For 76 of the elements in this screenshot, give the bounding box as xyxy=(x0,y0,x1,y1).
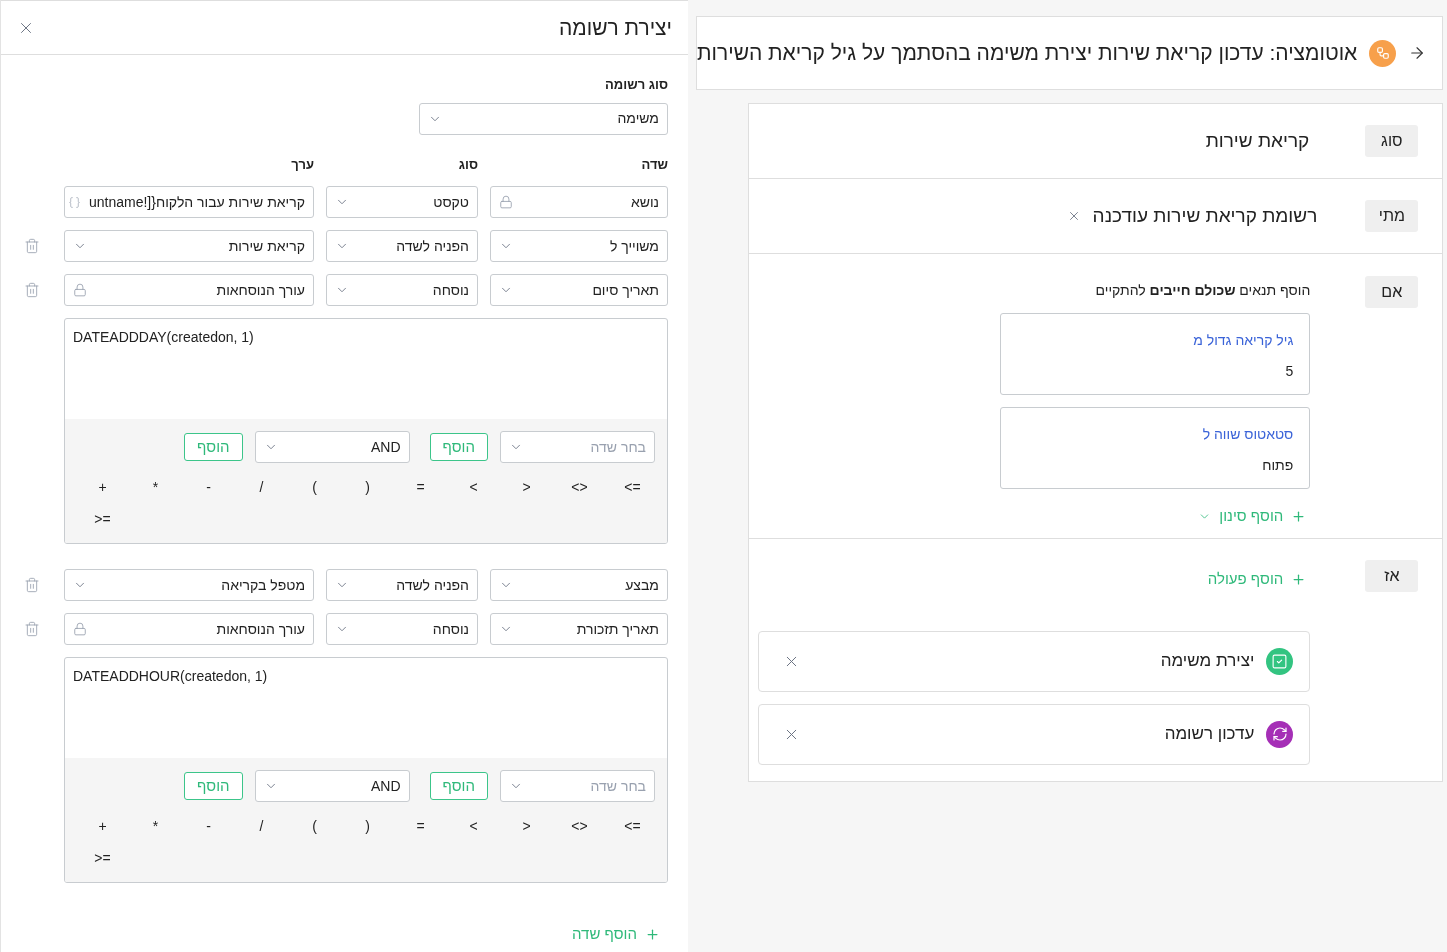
operator-button[interactable]: <> xyxy=(571,814,588,838)
operator-button[interactable]: >= xyxy=(94,846,111,870)
value-select[interactable]: מטפל בקריאה xyxy=(64,569,314,601)
plus-icon xyxy=(645,926,660,942)
section-tag: אז xyxy=(1365,560,1419,592)
operator-button[interactable]: >= xyxy=(94,507,111,531)
plus-icon xyxy=(1291,571,1307,587)
column-header: סוג xyxy=(457,155,478,174)
column-header: ערך xyxy=(290,155,314,174)
value-field[interactable]: קריאת שירות עבור הלקוח{[!untname xyxy=(64,186,314,218)
operator-button[interactable]: * xyxy=(152,475,159,499)
panel-title: יצירת רשומה xyxy=(558,14,672,41)
operator-button[interactable]: ) xyxy=(365,814,370,838)
field-select[interactable]: תאריך תזכורת xyxy=(490,613,668,645)
action-card[interactable]: יצירת משימה xyxy=(758,630,1311,692)
operator-button[interactable]: ( xyxy=(312,475,317,499)
operator-button[interactable]: / xyxy=(259,814,264,838)
record-type-select[interactable]: משימה xyxy=(419,102,668,135)
operator-button[interactable]: + xyxy=(98,475,107,499)
condition-value: 5 xyxy=(1284,362,1294,381)
type-select[interactable]: נוסחה xyxy=(326,613,478,645)
conditions-hint: הוסף תנאים שכולם חייבים להתקיים xyxy=(1094,281,1311,300)
operator-button[interactable]: < xyxy=(469,475,478,499)
operator-button[interactable]: > xyxy=(522,475,531,499)
section-tag: סוג xyxy=(1365,125,1419,157)
operator-button[interactable]: ) xyxy=(365,475,370,499)
logic-select[interactable]: AND xyxy=(254,770,410,802)
operator-button[interactable]: <> xyxy=(571,475,588,499)
record-type-label: סוג רשומה xyxy=(604,76,668,94)
column-header: שדה xyxy=(640,155,668,174)
operator-button[interactable]: > xyxy=(522,814,531,838)
lock-icon xyxy=(73,283,87,297)
operator-button[interactable]: - xyxy=(206,814,211,838)
formula-text[interactable]: DATEADDDAY(createdon, 1) xyxy=(73,329,254,345)
operator-button[interactable]: <= xyxy=(624,475,641,499)
automation-title: אוטומציה: עדכון קריאת שירות יצירת משימה בהסתמך על גיל קריאת השירות xyxy=(697,40,1358,67)
trash-icon[interactable] xyxy=(24,282,40,298)
operator-button[interactable]: / xyxy=(259,475,264,499)
trash-icon[interactable] xyxy=(24,621,40,637)
action-card[interactable]: עדכון רשומה xyxy=(758,703,1311,765)
trash-icon[interactable] xyxy=(24,577,40,593)
formula-text[interactable]: DATEADDHOUR(createdon, 1) xyxy=(73,668,268,684)
formula-editor-field: עורך הנוסחאות xyxy=(64,274,314,306)
lock-icon xyxy=(73,622,87,636)
type-select[interactable]: הפניה לשדה xyxy=(326,569,478,601)
action-label: עדכון רשומה xyxy=(1164,723,1255,746)
condition-card[interactable]: סטאטוס שווה ל פתוח xyxy=(1000,407,1311,489)
operator-button[interactable]: <= xyxy=(624,814,641,838)
field-select[interactable]: מבצע xyxy=(490,569,668,601)
type-select[interactable]: הפניה לשדה xyxy=(326,230,478,262)
field-select[interactable]: משוייך ל xyxy=(490,230,668,262)
type-select[interactable]: נוסחה xyxy=(326,274,478,306)
trash-icon[interactable] xyxy=(24,238,40,254)
operator-button[interactable]: * xyxy=(152,814,159,838)
type-select[interactable]: טקסט xyxy=(326,186,478,218)
section-tag: מתי xyxy=(1365,200,1419,232)
field-select[interactable]: תאריך סיום xyxy=(490,274,668,306)
plus-icon xyxy=(1291,508,1307,524)
section-tag: אם xyxy=(1365,276,1419,308)
operator-button[interactable]: + xyxy=(98,814,107,838)
automation-icon xyxy=(1369,39,1397,67)
record-type-value: קריאת שירות xyxy=(1205,128,1310,153)
value-select[interactable]: קריאת שירות xyxy=(64,230,314,262)
formula-editor-field: עורך הנוסחאות xyxy=(64,613,314,645)
condition-label: גיל קריאה גדול מ xyxy=(1192,331,1294,350)
operator-button[interactable]: - xyxy=(206,475,211,499)
operator-button[interactable]: = xyxy=(416,814,425,838)
lock-icon xyxy=(499,195,513,209)
trigger-value: רשומת קריאת שירות עודכנה xyxy=(1092,203,1318,228)
operator-button[interactable]: ( xyxy=(312,814,317,838)
operator-button[interactable]: < xyxy=(469,814,478,838)
condition-value: פתוח xyxy=(1261,456,1294,475)
logic-select[interactable]: AND xyxy=(254,431,410,463)
operator-button[interactable]: = xyxy=(416,475,425,499)
condition-label: סטאטוס שווה ל xyxy=(1201,425,1294,444)
action-label: יצירת משימה xyxy=(1160,650,1255,673)
